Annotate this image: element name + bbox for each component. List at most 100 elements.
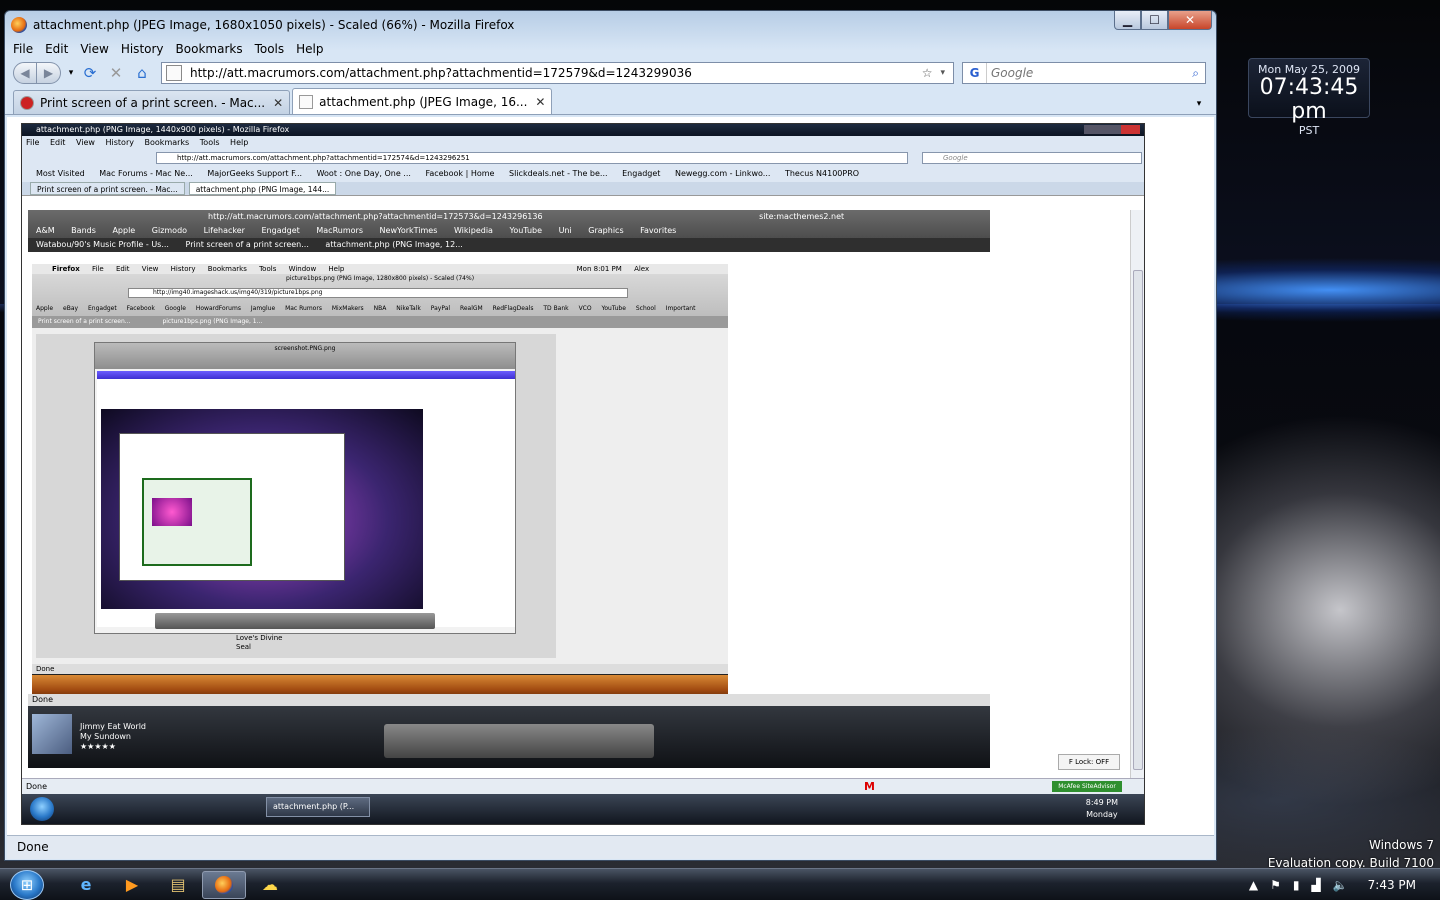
reload-icon[interactable]: ⟳	[77, 64, 103, 82]
nested2-bookmark: Wikipedia	[453, 226, 493, 235]
nested3-menu-item: Help	[328, 265, 345, 273]
nested-bookmark: Most Visited	[36, 169, 85, 178]
tab-attachment[interactable]: attachment.php (JPEG Image, 16... ✕	[292, 88, 553, 114]
nested2-tabs: Watabou/90's Music Profile - Us... Print…	[28, 238, 990, 252]
ie-icon[interactable]: e	[64, 871, 108, 899]
watermark-line1: Windows 7	[1368, 838, 1434, 852]
nested3-menu-item: Window	[288, 265, 317, 273]
clock-gadget[interactable]: Mon May 25, 2009 07:43:45 pm PST	[1248, 58, 1370, 137]
menu-view[interactable]: View	[80, 42, 108, 56]
nested3-bookmark: NikeTalk	[396, 305, 421, 312]
explorer-icon[interactable]: ▤	[156, 871, 200, 899]
close-button[interactable]: ✕	[1168, 11, 1212, 30]
nested3-menu-item: History	[170, 265, 196, 273]
nested3-status: Done	[32, 664, 728, 674]
search-magnifier-icon[interactable]: ⌕	[1192, 66, 1199, 81]
search-bar[interactable]: G ⌕	[962, 62, 1206, 84]
nested-menu-item: History	[105, 138, 134, 147]
nested-caps-lock-indicator: F Lock: OFF	[1058, 754, 1120, 770]
nested-bookmark: Facebook | Home	[425, 169, 495, 178]
network-icon[interactable]: ▟	[1311, 878, 1320, 892]
nested5-title-bar	[97, 371, 515, 379]
volume-icon[interactable]: 🔈	[1333, 878, 1348, 892]
menu-file[interactable]: File	[13, 42, 33, 56]
nested3-url: http://img40.imageshack.us/img40/319/pic…	[128, 288, 628, 298]
mcafee-siteadvisor: McAfee SiteAdvisor	[1052, 781, 1122, 792]
tab-close-icon[interactable]: ✕	[273, 96, 283, 110]
menu-edit[interactable]: Edit	[45, 42, 68, 56]
battery-icon[interactable]: ▮	[1293, 878, 1300, 892]
page-icon	[166, 65, 182, 81]
menu-help[interactable]: Help	[296, 42, 323, 56]
nested-window-controls	[1084, 125, 1140, 134]
nested4-preview-toolbar: screenshot.PNG.png	[95, 343, 515, 369]
stop-icon[interactable]: ✕	[103, 64, 129, 82]
home-icon[interactable]: ⌂	[129, 64, 155, 82]
start-button[interactable]: ⊞	[10, 869, 44, 900]
google-engine-icon[interactable]: G	[963, 63, 987, 83]
tab-close-icon[interactable]: ✕	[535, 95, 545, 109]
taskbar: ⊞ e ▶ ▤ ☁ ▲ ⚑ ▮ ▟ 🔈 7:43 PM	[0, 868, 1440, 900]
bookmark-star-icon[interactable]: ☆	[922, 66, 933, 80]
nested3-browser-chrome: picture1bps.png (PNG Image, 1280x800 pix…	[32, 274, 728, 328]
weather-icon[interactable]: ☁	[248, 871, 292, 899]
firefox-icon[interactable]	[11, 17, 27, 33]
url-dropdown-icon[interactable]: ▾	[940, 68, 945, 78]
action-center-flag-icon[interactable]: ⚑	[1270, 878, 1281, 892]
nested2-rating: ★★★★★	[80, 742, 116, 751]
macrumors-favicon-icon	[20, 95, 34, 110]
navigation-toolbar: ◀ ▶ ▾ ⟳ ✕ ⌂ ☆ ▾ G ⌕	[5, 59, 1216, 87]
nested2-tab: Print screen of a print screen...	[185, 240, 309, 249]
nested3-bookmarks: Apple eBay Engadget Facebook Google Howa…	[36, 304, 703, 314]
show-hidden-icons-icon[interactable]: ▲	[1249, 878, 1258, 892]
minimize-button[interactable]: ▁	[1114, 11, 1141, 30]
firefox-icon	[215, 875, 233, 894]
url-bar[interactable]: ☆ ▾	[161, 62, 954, 84]
history-dropdown-icon[interactable]: ▾	[65, 68, 77, 78]
maximize-button[interactable]: ☐	[1141, 11, 1168, 30]
nested3-bookmark: YouTube	[601, 305, 626, 312]
nested2-screenshot: http://att.macrumors.com/attachment.php?…	[28, 210, 990, 770]
search-input[interactable]	[987, 66, 1193, 80]
nested5-screenshot	[97, 371, 515, 627]
menu-tools[interactable]: Tools	[255, 42, 285, 56]
nested-menu-item: Edit	[49, 138, 66, 147]
page-content[interactable]: attachment.php (PNG Image, 1440x900 pixe…	[7, 117, 1214, 835]
nested3-menu-bar: Firefox File Edit View History Bookmarks…	[32, 264, 728, 274]
firefox-taskbar-button[interactable]	[202, 870, 246, 899]
menu-history[interactable]: History	[121, 42, 164, 56]
menu-bookmarks[interactable]: Bookmarks	[176, 42, 243, 56]
nested3-bookmark: Engadget	[87, 305, 117, 312]
nested3-bookmark: eBay	[63, 305, 79, 312]
nested-bookmark: Engadget	[622, 169, 661, 178]
nested3-track: Love's Divine	[236, 634, 283, 642]
nested2-bookmark: MacRumors	[316, 226, 363, 235]
title-bar[interactable]: attachment.php (JPEG Image, 1680x1050 pi…	[5, 11, 1216, 39]
nested2-bookmark: Lifehacker	[203, 226, 245, 235]
nested2-bookmarks: A&M Bands Apple Gizmodo Lifehacker Engad…	[28, 224, 990, 238]
url-input[interactable]	[190, 66, 922, 80]
nested-page-body: http://att.macrumors.com/attachment.php?…	[22, 210, 1130, 824]
nested3-screenshot: Firefox File Edit View History Bookmarks…	[32, 264, 728, 700]
nested2-bookmark: YouTube	[509, 226, 543, 235]
firefox-window: attachment.php (JPEG Image, 1680x1050 pi…	[4, 10, 1217, 861]
nested2-search: site:macthemes2.net	[759, 212, 845, 221]
nested3-bookmark: Facebook	[126, 305, 155, 312]
nested-status-bar: Done M McAfee SiteAdvisor	[22, 778, 1144, 794]
nested9-image	[152, 498, 192, 526]
nested3-tabs: Print screen of a print screen... pictur…	[32, 316, 728, 328]
nested-menu-item: Help	[230, 138, 249, 147]
back-button[interactable]: ◀	[13, 62, 37, 84]
screenshot-image[interactable]: attachment.php (PNG Image, 1440x900 pixe…	[21, 123, 1145, 825]
media-player-icon[interactable]: ▶	[110, 871, 154, 899]
forward-button[interactable]: ▶	[37, 62, 61, 84]
nested3-bookmark: Jamglue	[250, 305, 276, 312]
taskbar-clock[interactable]: 7:43 PM	[1368, 878, 1416, 892]
windows-watermark: Windows 7 Evaluation copy. Build 7100	[1268, 836, 1434, 872]
tab-print-screen[interactable]: Print screen of a print screen. - Mac...…	[13, 90, 291, 114]
tab-list-icon[interactable]: ▾	[1190, 94, 1208, 114]
nested3-now-playing: Love's Divine Seal	[236, 634, 282, 652]
nested2-url-row: http://att.macrumors.com/attachment.php?…	[28, 210, 990, 224]
nested-tab-active: attachment.php (PNG Image, 144...	[188, 182, 337, 195]
nested-scrollbar	[1130, 210, 1144, 824]
